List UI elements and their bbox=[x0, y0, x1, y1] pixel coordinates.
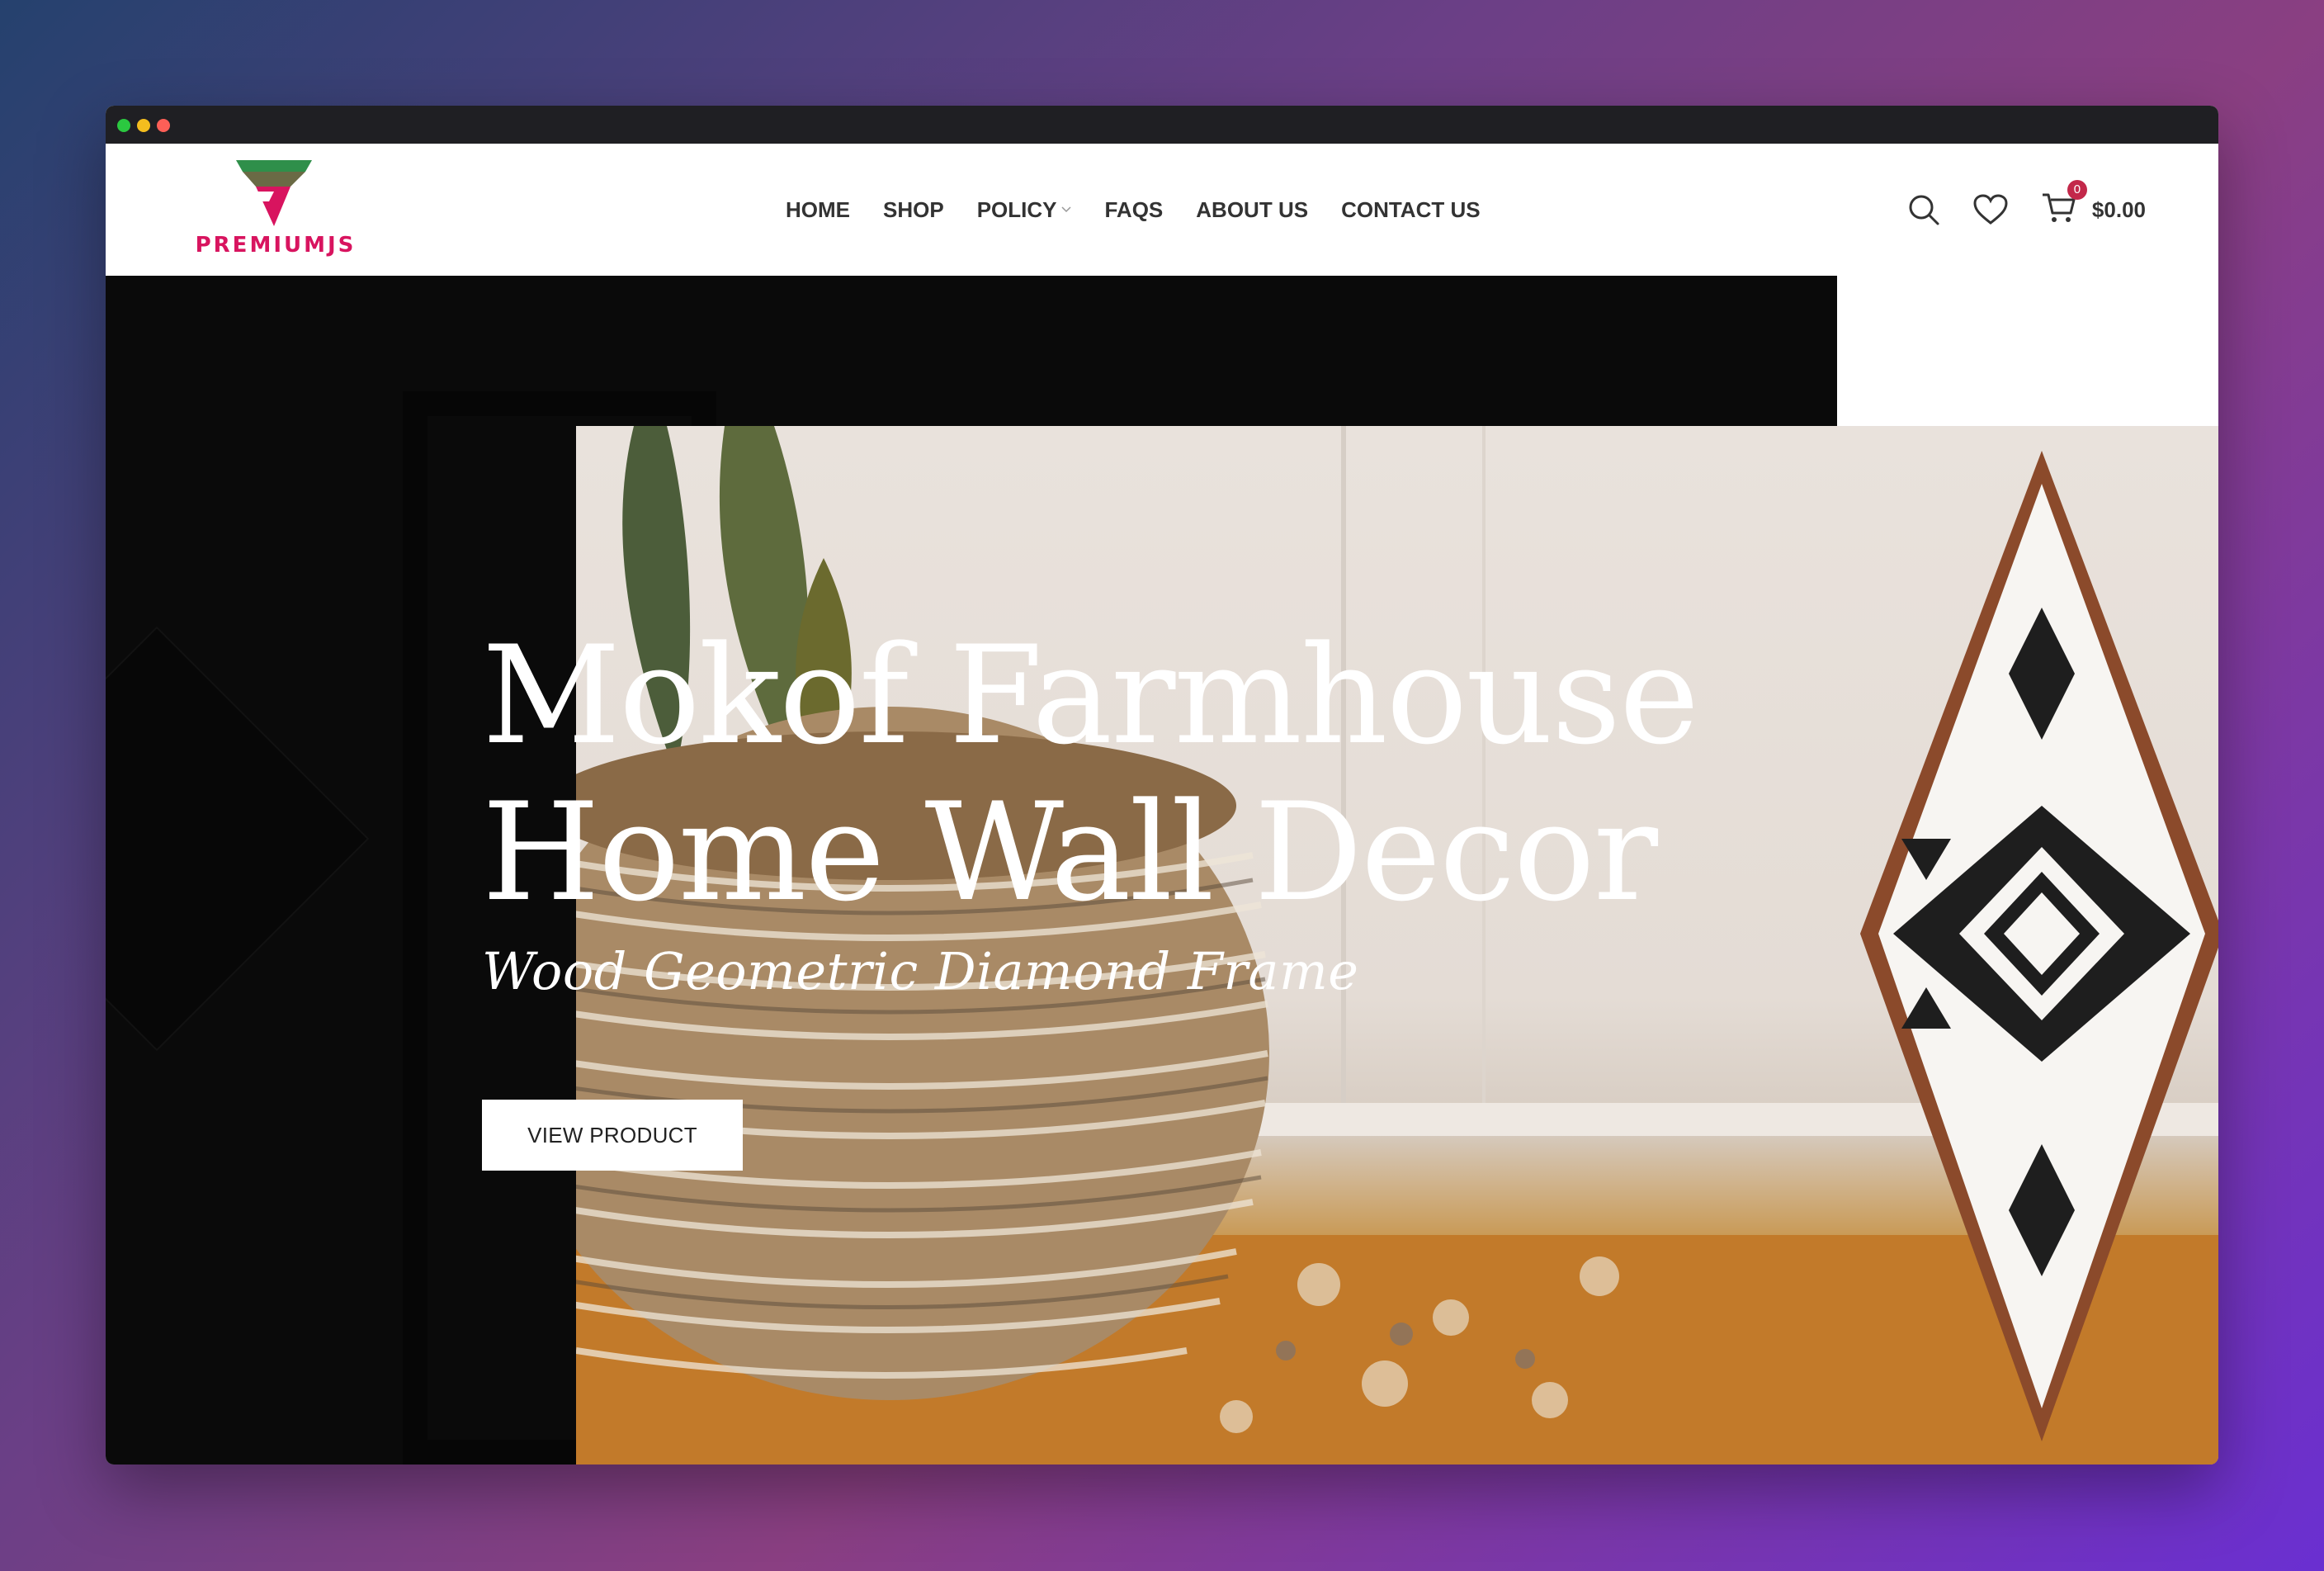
search-icon[interactable] bbox=[1907, 193, 1940, 226]
nav-home[interactable]: HOME bbox=[786, 197, 850, 223]
nav-shop-label: SHOP bbox=[883, 196, 944, 222]
nav-home-label: HOME bbox=[786, 196, 850, 222]
nav-contact-us[interactable]: CONTACT US bbox=[1341, 197, 1481, 223]
hero-background-diamond bbox=[106, 626, 370, 1052]
header-icons: 0 $0.00 bbox=[1907, 144, 2146, 276]
browser-window: PREMIUMJS HOME SHOP POLICY FAQS ABOUT US… bbox=[106, 106, 2218, 1465]
cart-total: $0.00 bbox=[2091, 196, 2146, 222]
nav-about-label: ABOUT US bbox=[1196, 196, 1309, 222]
close-button[interactable] bbox=[157, 119, 170, 132]
logo-text: PREMIUMJS bbox=[195, 233, 357, 258]
heart-icon[interactable] bbox=[1973, 194, 2008, 225]
minimize-button[interactable] bbox=[137, 119, 150, 132]
cart-count-badge: 0 bbox=[2067, 179, 2087, 200]
maximize-button[interactable] bbox=[117, 119, 130, 132]
nav-about-us[interactable]: ABOUT US bbox=[1196, 197, 1308, 223]
logo-mark-icon bbox=[236, 160, 312, 226]
nav-shop[interactable]: SHOP bbox=[883, 197, 944, 223]
hero-text-block: Mokof Farmhouse Home Wall Decor Wood Geo… bbox=[482, 618, 1885, 1002]
site-header: PREMIUMJS HOME SHOP POLICY FAQS ABOUT US… bbox=[106, 144, 2218, 276]
window-titlebar bbox=[106, 106, 2218, 144]
nav-faqs[interactable]: FAQS bbox=[1104, 197, 1163, 223]
hero-title-line-1: Mokof Farmhouse bbox=[482, 617, 1699, 774]
nav-faqs-label: FAQS bbox=[1104, 196, 1164, 222]
hero-title-line-2: Home Wall Decor bbox=[482, 774, 1658, 931]
nav-policy-label: POLICY bbox=[976, 196, 1057, 222]
view-product-button[interactable]: VIEW PRODUCT bbox=[482, 1100, 743, 1171]
hero-title: Mokof Farmhouse Home Wall Decor bbox=[482, 618, 1885, 931]
nav-policy[interactable]: POLICY bbox=[977, 197, 1072, 223]
cart-button[interactable]: 0 $0.00 bbox=[2041, 179, 2146, 229]
main-nav: HOME SHOP POLICY FAQS ABOUT US CONTACT U… bbox=[786, 144, 1514, 276]
chevron-down-icon bbox=[1061, 206, 1072, 213]
nav-contact-label: CONTACT US bbox=[1341, 196, 1481, 222]
hero-subtitle: Wood Geometric Diamond Frame bbox=[482, 941, 1359, 1001]
site-logo[interactable]: PREMIUMJS bbox=[185, 159, 366, 262]
